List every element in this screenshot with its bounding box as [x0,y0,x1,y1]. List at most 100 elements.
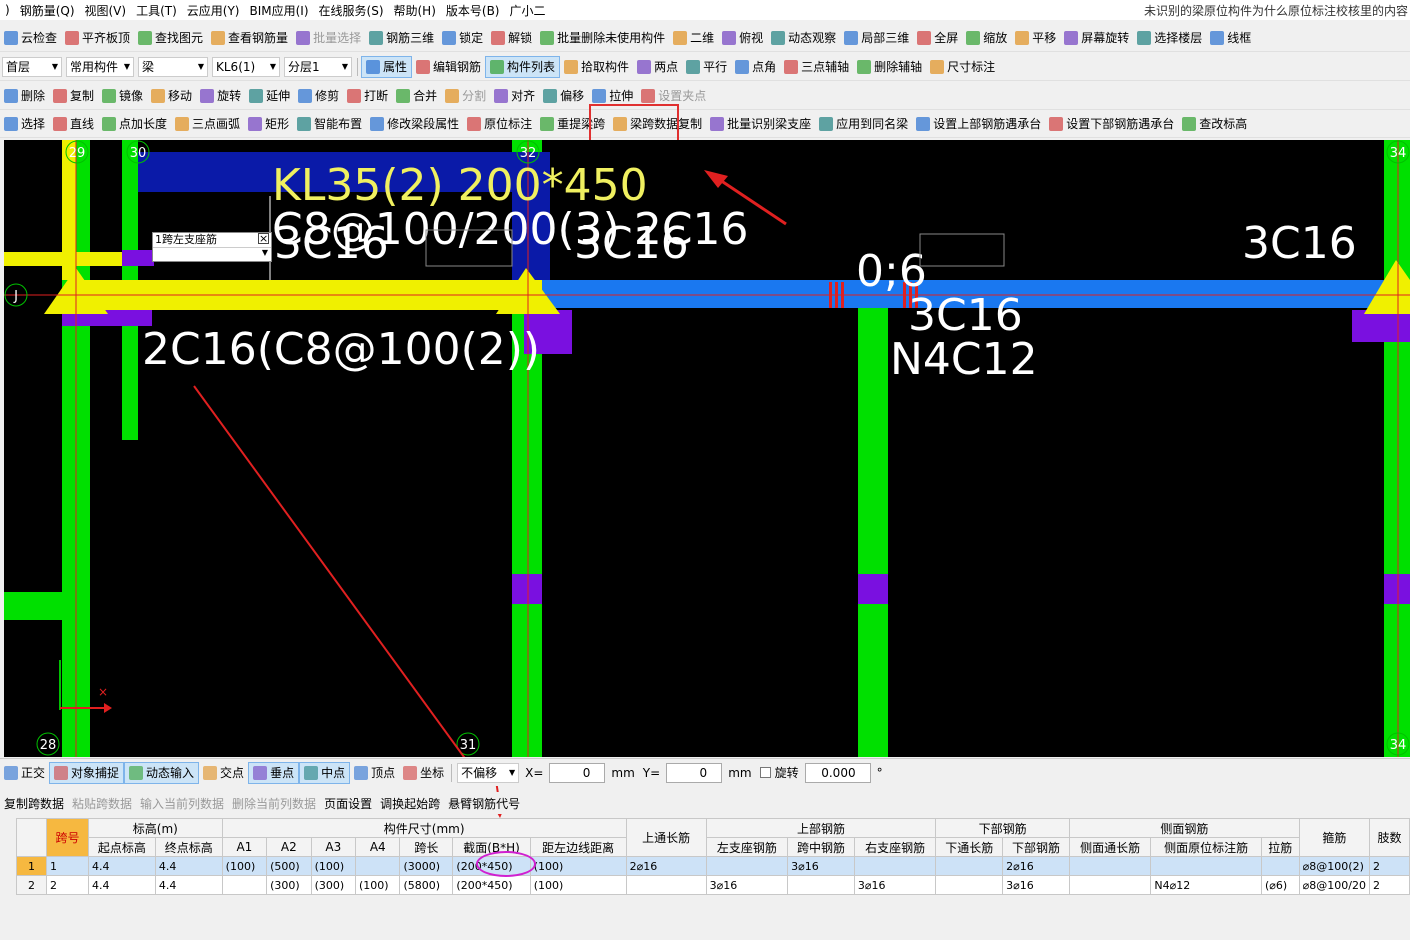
component-button-8[interactable]: 删除辅轴 [853,56,926,78]
draw-button-0[interactable]: 选择 [0,113,49,135]
component-button-1[interactable]: 编辑钢筋 [412,56,485,78]
modify-button-3[interactable]: 移动 [147,85,196,107]
table-cell[interactable]: (100) [310,856,357,876]
component-button-2[interactable]: 构件列表 [485,55,561,78]
snap-toggle-0[interactable]: 正交 [0,762,49,784]
menu-item-6[interactable]: 在线服务(S) [314,2,389,19]
table-cell[interactable]: 4.4 [154,875,223,895]
view-button-7[interactable]: 解锁 [487,27,536,49]
modify-button-6[interactable]: 修剪 [294,85,343,107]
table-row[interactable]: 1 1 4.4 4.4 (100) (500) (100) (3000) (200*450) (1… [16,856,1410,876]
component-button-4[interactable]: 两点 [633,56,682,78]
table-action-6[interactable]: 悬臂钢筋代号 [444,792,524,814]
component-select[interactable]: KL6(1) ▼ [212,56,280,77]
table-cell[interactable]: 3⌀16 [853,875,937,895]
view-button-2[interactable]: 查找图元 [134,27,207,49]
popup-input[interactable]: ▼ [153,247,271,261]
view-button-6[interactable]: 锁定 [438,27,487,49]
table-cell[interactable]: (300) [266,875,312,895]
table-cell[interactable]: 4.4 [88,856,156,876]
component-button-9[interactable]: 尺寸标注 [926,56,999,78]
modify-button-5[interactable]: 延伸 [245,85,294,107]
modify-button-9[interactable]: 分割 [441,85,490,107]
table-cell[interactable] [1150,856,1262,876]
draw-button-14[interactable]: 查改标高 [1178,113,1251,135]
modify-button-11[interactable]: 偏移 [539,85,588,107]
component-button-6[interactable]: 点角 [731,56,780,78]
rotate-input[interactable]: 0.000 [804,762,871,783]
menu-item-5[interactable]: BIM应用(I) [244,2,313,19]
table-cell[interactable]: 3⌀16 [705,875,789,895]
table-cell[interactable]: ⌀8@100/20 [1298,875,1371,895]
view-button-14[interactable]: 缩放 [962,27,1011,49]
snap-toggle-3[interactable]: 交点 [199,762,248,784]
support-rebar-popup[interactable]: 1跨左支座筋 × ▼ [152,232,272,262]
table-row[interactable]: 2 2 4.4 4.4 (300) (300) (100) (5800) (200*450) (1… [16,875,1410,895]
modify-button-7[interactable]: 打断 [343,85,392,107]
x-input[interactable]: 0 [549,762,606,783]
view-button-5[interactable]: 钢筋三维 [365,27,438,49]
view-button-17[interactable]: 选择楼层 [1133,27,1206,49]
modify-button-4[interactable]: 旋转 [196,85,245,107]
table-cell[interactable] [935,875,1004,895]
table-action-3[interactable]: 删除当前列数据 [228,792,320,814]
table-action-0[interactable]: 复制跨数据 [0,792,68,814]
table-cell[interactable] [1260,856,1300,876]
draw-button-3[interactable]: 三点画弧 [171,113,244,135]
snap-toggle-1[interactable]: 对象捕捉 [49,761,125,784]
component-button-5[interactable]: 平行 [682,56,731,78]
draw-button-4[interactable]: 矩形 [244,113,293,135]
table-cell[interactable]: 3⌀16 [1002,875,1070,895]
table-cell[interactable]: (100) [529,856,627,876]
view-button-3[interactable]: 查看钢筋量 [207,27,292,49]
modify-button-0[interactable]: 删除 [0,85,49,107]
table-cell[interactable]: 4.4 [88,875,156,895]
snap-toggle-2[interactable]: 动态输入 [124,761,200,784]
table-cell[interactable] [787,875,855,895]
menu-item-3[interactable]: 工具(T) [131,2,182,19]
table-cell[interactable]: (200*450) [452,875,531,895]
floor-select[interactable]: 首层 ▼ [2,56,62,77]
table-cell[interactable] [1068,875,1152,895]
table-cell[interactable]: (100) [355,875,401,895]
table-cell[interactable]: 4.4 [154,856,223,876]
view-button-4[interactable]: 批量选择 [292,27,365,49]
menu-item-7[interactable]: 帮助(H) [389,2,441,19]
view-button-16[interactable]: 屏幕旋转 [1060,27,1133,49]
table-cell[interactable]: (100) [221,856,268,876]
draw-button-6[interactable]: 修改梁段属性 [366,113,463,135]
draw-button-10[interactable]: 批量识别梁支座 [706,113,815,135]
modify-button-2[interactable]: 镜像 [98,85,147,107]
table-cell[interactable]: 3⌀16 [787,856,855,876]
draw-button-12[interactable]: 设置上部钢筋遇承台 [912,113,1045,135]
view-button-13[interactable]: 全屏 [913,27,962,49]
y-input[interactable]: 0 [666,762,723,783]
table-cell[interactable] [1068,856,1152,876]
table-cell[interactable]: (5800) [399,875,454,895]
table-cell[interactable] [935,856,1004,876]
modify-button-10[interactable]: 对齐 [490,85,539,107]
draw-button-11[interactable]: 应用到同名梁 [815,113,912,135]
table-cell[interactable] [705,856,789,876]
table-cell[interactable]: (300) [310,875,357,895]
table-cell[interactable] [853,856,937,876]
snap-toggle-5[interactable]: 中点 [299,761,351,784]
table-action-5[interactable]: 调换起始跨 [376,792,444,814]
table-cell[interactable]: (500) [266,856,312,876]
notice-text[interactable]: 未识别的梁原位构件为什么原位标注校核里的内容 [1144,2,1410,19]
draw-button-7[interactable]: 原位标注 [463,113,536,135]
drawing-canvas[interactable]: 29 30 32 34 28 31 34 J KL35(2) 200*450 C… [4,140,1410,757]
table-cell[interactable]: 2 [46,875,89,895]
table-cell[interactable]: (100) [529,875,627,895]
rotate-checkbox[interactable]: 旋转 [756,762,803,784]
component-button-0[interactable]: 属性 [361,55,413,78]
table-cell[interactable]: 2 [1369,875,1410,895]
view-button-11[interactable]: 动态观察 [767,27,840,49]
menu-item-8[interactable]: 版本号(B) [441,2,505,19]
layer-select[interactable]: 分层1 ▼ [284,56,352,77]
offset-mode-select[interactable]: 不偏移 ▼ [457,762,520,783]
table-cell[interactable] [221,875,268,895]
table-cell[interactable]: 2 [1369,856,1410,876]
type-select[interactable]: 梁 ▼ [138,56,208,77]
table-cell[interactable]: 1 [46,856,89,876]
